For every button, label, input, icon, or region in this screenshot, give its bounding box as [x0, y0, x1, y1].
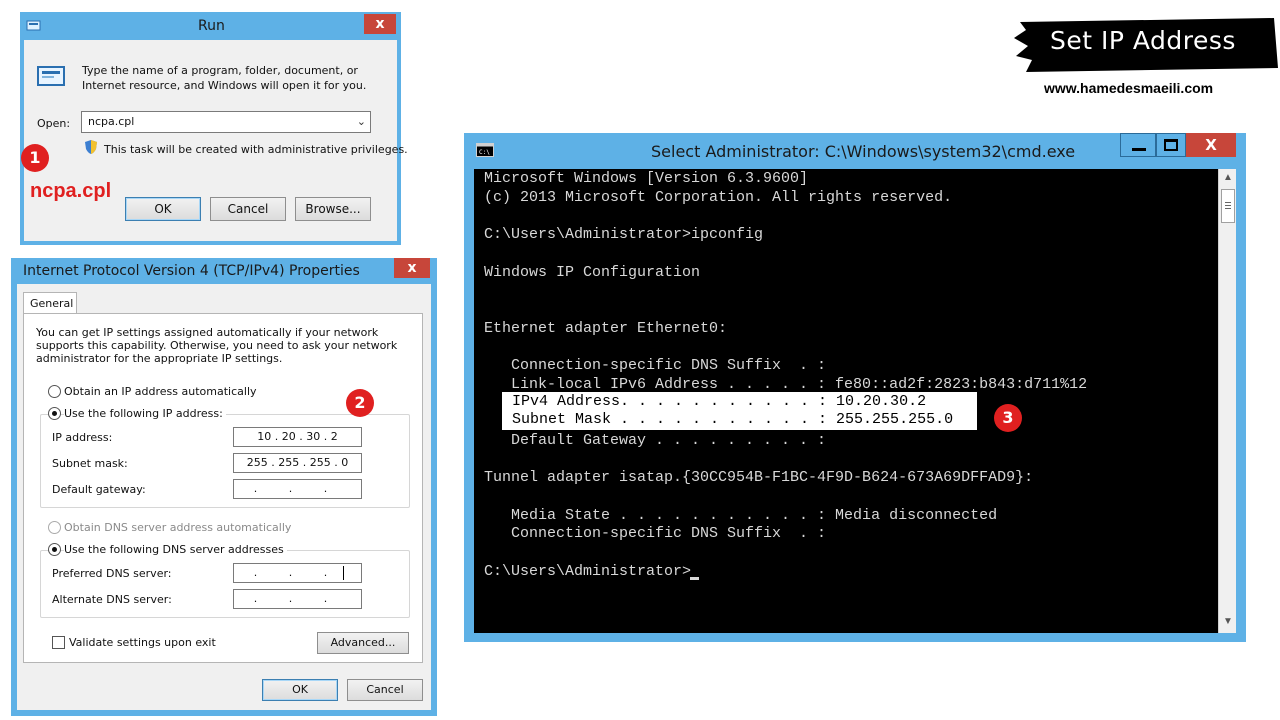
cmd-close-button[interactable]: X: [1186, 133, 1236, 157]
radio-use-static-dns[interactable]: [48, 543, 61, 556]
run-close-button[interactable]: x: [364, 14, 396, 34]
cmd-title: Select Administrator: C:\Windows\system3…: [651, 142, 1076, 161]
intro-line3: administrator for the appropriate IP set…: [36, 352, 283, 365]
ipv4-dialog: Internet Protocol Version 4 (TCP/IPv4) P…: [11, 258, 437, 716]
svg-text:C:\: C:\: [479, 149, 490, 156]
step-2-badge: 2: [346, 389, 374, 417]
alternate-dns-label: Alternate DNS server:: [52, 593, 172, 606]
console-line: C:\Users\Administrator>: [484, 562, 692, 580]
cmd-maximize-button[interactable]: [1156, 133, 1186, 157]
console-line: (c) 2013 Microsoft Corporation. All righ…: [484, 188, 953, 206]
radio-use-static-ip-label: Use the following IP address:: [64, 407, 226, 420]
subnet-mask-input[interactable]: 255 . 255 . 255 . 0: [233, 453, 362, 473]
ipv4-title: Internet Protocol Version 4 (TCP/IPv4) P…: [23, 263, 360, 279]
default-gateway-input[interactable]: . . .: [233, 479, 362, 499]
banner-website: www.hamedesmaeili.com: [1044, 80, 1214, 96]
console-line: Media State . . . . . . . . . . . : Medi…: [484, 506, 998, 524]
run-title: Run: [198, 18, 225, 34]
tab-general-label: General: [30, 297, 74, 310]
chevron-down-icon[interactable]: ⌄: [357, 112, 366, 132]
banner-title: Set IP Address: [1050, 26, 1236, 55]
preferred-dns-label: Preferred DNS server:: [52, 567, 172, 580]
cmd-minimize-button[interactable]: [1120, 133, 1156, 157]
run-browse-button[interactable]: Browse...: [295, 197, 371, 221]
subnet-mask-label: Subnet mask:: [52, 457, 128, 470]
console-line: Microsoft Windows [Version 6.3.9600]: [484, 170, 809, 187]
radio-obtain-dns-auto[interactable]: [48, 521, 61, 534]
alternate-dns-input[interactable]: . . .: [233, 589, 362, 609]
radio-obtain-dns-auto-label: Obtain DNS server address automatically: [64, 521, 292, 534]
run-open-input-value: ncpa.cpl: [88, 115, 135, 128]
tab-general[interactable]: General: [23, 292, 77, 314]
ipv4-ok-button[interactable]: OK: [262, 679, 338, 701]
console-line: Connection-specific DNS Suffix . :: [484, 357, 827, 374]
console-line: Connection-specific DNS Suffix . :: [484, 525, 827, 543]
console-line: Ethernet adapter Ethernet0:: [484, 319, 728, 337]
ip-address-input[interactable]: 10 . 20 . 30 . 2: [233, 427, 362, 447]
step-1-caption: ncpa.cpl: [30, 180, 112, 202]
cmd-window: C:\ Select Administrator: C:\Windows\sys…: [464, 133, 1246, 642]
ip-address-label: IP address:: [52, 431, 113, 444]
console-line-ipv4: IPv4 Address. . . . . . . . . . . : 10.2…: [512, 393, 927, 410]
cmd-titlebar: C:\ Select Administrator: C:\Windows\sys…: [464, 133, 1246, 169]
cmd-scrollbar[interactable]: ▲ ▼: [1218, 169, 1236, 633]
run-cancel-button[interactable]: Cancel: [210, 197, 286, 221]
scroll-thumb[interactable]: [1221, 189, 1235, 223]
scroll-down-icon[interactable]: ▼: [1219, 613, 1237, 631]
shield-icon: [85, 140, 97, 154]
cmd-console[interactable]: Microsoft Windows [Version 6.3.9600] (c) …: [474, 169, 1218, 633]
radio-use-static-ip[interactable]: [48, 407, 61, 420]
minimize-icon: [1132, 148, 1146, 151]
radio-use-static-dns-label: Use the following DNS server addresses: [64, 543, 287, 556]
radio-obtain-ip-auto-label: Obtain an IP address automatically: [64, 385, 257, 398]
intro-line2: supports this capability. Otherwise, you…: [36, 339, 398, 352]
console-line: C:\Users\Administrator>ipconfig: [484, 226, 764, 244]
console-line: Tunnel adapter isatap.{30CC954B-F1BC-4F9…: [484, 469, 1034, 487]
run-app-icon: [26, 20, 41, 31]
validate-settings-label: Validate settings upon exit: [69, 636, 216, 649]
general-tab-page: You can get IP settings assigned automat…: [23, 313, 423, 663]
run-description-line2: Internet resource, and Windows will open…: [82, 79, 367, 92]
console-cursor: [690, 577, 699, 580]
run-admin-note: This task will be created with administr…: [104, 143, 408, 156]
run-open-input[interactable]: ncpa.cpl ⌄: [81, 111, 371, 133]
cmd-app-icon: C:\: [476, 143, 494, 157]
console-line: Windows IP Configuration: [484, 263, 701, 281]
grip-line: [1225, 205, 1231, 206]
advanced-button[interactable]: Advanced...: [317, 632, 409, 654]
text-caret: [343, 566, 344, 580]
validate-settings-checkbox[interactable]: [52, 636, 65, 649]
ipv4-cancel-button[interactable]: Cancel: [347, 679, 423, 701]
console-line: Default Gateway . . . . . . . . . :: [484, 431, 827, 449]
console-line: Link-local IPv6 Address . . . . . : fe80…: [484, 375, 1088, 393]
run-program-icon: [37, 66, 65, 86]
default-gateway-label: Default gateway:: [52, 483, 146, 496]
run-ok-button[interactable]: OK: [125, 197, 201, 221]
run-titlebar: Run x: [20, 12, 401, 42]
ipv4-close-button[interactable]: x: [394, 258, 430, 278]
ipv4-client-area: General You can get IP settings assigned…: [17, 284, 431, 710]
run-dialog: Run x Type the name of a program, folder…: [20, 12, 408, 245]
run-client-area: Type the name of a program, folder, docu…: [24, 40, 408, 241]
radio-obtain-ip-auto[interactable]: [48, 385, 61, 398]
run-description-line1: Type the name of a program, folder, docu…: [82, 64, 358, 77]
scroll-up-icon[interactable]: ▲: [1219, 169, 1237, 187]
console-line-subnet: Subnet Mask . . . . . . . . . . . : 255.…: [512, 411, 954, 428]
step-1-badge: 1: [21, 144, 49, 172]
run-open-label: Open:: [37, 117, 71, 130]
intro-line1: You can get IP settings assigned automat…: [36, 326, 379, 339]
step-3-badge: 3: [994, 404, 1022, 432]
maximize-icon: [1164, 139, 1178, 151]
